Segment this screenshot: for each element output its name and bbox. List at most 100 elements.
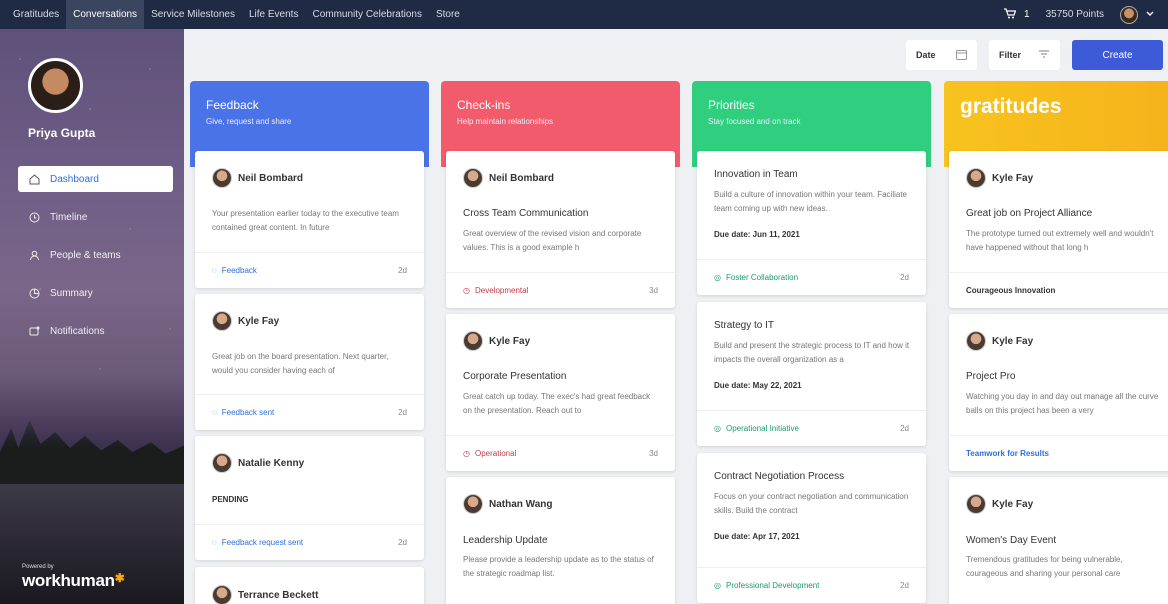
column-title: gratitudes bbox=[960, 95, 1062, 118]
gratitude-card[interactable]: Kyle Fay Women's Day Event Tremendous gr… bbox=[949, 477, 1168, 604]
card-body: Watching you day in and day out manage a… bbox=[966, 392, 1159, 415]
avatar bbox=[212, 311, 232, 331]
tag-label: Feedback sent bbox=[221, 408, 275, 417]
check-in-card[interactable]: Neil Bombard Cross Team Communication Gr… bbox=[446, 151, 675, 308]
card-tag: ◷ Developmental bbox=[463, 286, 528, 295]
top-navigation-bar: Gratitudes Conversations Service Milesto… bbox=[0, 0, 1168, 29]
feedback-card[interactable]: Neil Bombard Your presentation earlier t… bbox=[195, 151, 424, 288]
gratitudes-column: gratitudes Kyle Fay Great job on Project… bbox=[944, 81, 1168, 604]
clock-icon: ◷ bbox=[463, 449, 470, 458]
card-author: Terrance Beckett bbox=[212, 585, 318, 604]
avatar bbox=[212, 168, 232, 188]
sidebar-item-timeline[interactable]: Timeline bbox=[18, 204, 173, 230]
chat-bubble-icon: ◌ bbox=[212, 408, 217, 417]
sidebar-item-notifications[interactable]: Notifications bbox=[18, 318, 173, 344]
check-in-card[interactable]: Kyle Fay Corporate Presentation Great ca… bbox=[446, 314, 675, 471]
filter-label: Filter bbox=[999, 50, 1022, 60]
card-title: Women's Day Event bbox=[966, 535, 1057, 546]
main-content: Date Filter Create Feedback Give, reques… bbox=[184, 29, 1168, 604]
profile-avatar[interactable] bbox=[28, 58, 83, 113]
card-body: Tremendous gratitudes for being vulnerab… bbox=[966, 555, 1123, 578]
priority-card[interactable]: Innovation in Team Build a culture of in… bbox=[697, 151, 926, 295]
top-nav: Gratitudes Conversations Service Milesto… bbox=[0, 0, 467, 29]
nav-service-milestones[interactable]: Service Milestones bbox=[144, 0, 242, 29]
nav-community-celebrations[interactable]: Community Celebrations bbox=[305, 0, 429, 29]
card-author: Neil Bombard bbox=[212, 168, 303, 188]
author-name: Kyle Fay bbox=[992, 335, 1034, 347]
nav-gratitudes[interactable]: Gratitudes bbox=[6, 0, 66, 29]
card-title: Great job on Project Alliance bbox=[966, 208, 1093, 219]
avatar bbox=[463, 494, 483, 514]
logo-star-icon: ✱ bbox=[114, 571, 125, 585]
cart-icon[interactable] bbox=[1004, 7, 1017, 22]
card-author: Natalie Kenny bbox=[212, 453, 304, 473]
card-body: Focus on your contract negotiation and c… bbox=[714, 492, 909, 515]
card-body: Great catch up today. The exec's had gre… bbox=[463, 392, 651, 415]
tag-label: Professional Development bbox=[725, 581, 820, 590]
due-date: Due date: May 22, 2021 bbox=[714, 381, 802, 390]
card-footer: ◌ Feedback sent 2d bbox=[195, 394, 424, 430]
author-name: Kyle Fay bbox=[489, 335, 531, 347]
powered-by-label: Powered by bbox=[22, 564, 54, 570]
author-name: Kyle Fay bbox=[992, 172, 1034, 184]
sidebar-item-label: Dashboard bbox=[50, 173, 99, 185]
column-title: Check-ins bbox=[457, 98, 511, 112]
column-subtitle: Help maintain relationships bbox=[457, 117, 554, 126]
user-avatar[interactable] bbox=[1120, 5, 1138, 24]
card-tag: ◎ Foster Collaboration bbox=[714, 273, 798, 282]
card-title: Innovation in Team bbox=[714, 169, 798, 180]
chat-bubble-icon: ◌ bbox=[212, 266, 217, 275]
sidebar-item-label: Summary bbox=[50, 287, 93, 299]
avatar bbox=[463, 168, 483, 188]
gratitude-card[interactable]: Kyle Fay Great job on Project Alliance T… bbox=[949, 151, 1168, 308]
card-tag: ◌ Feedback bbox=[212, 266, 257, 275]
check-in-card[interactable]: Nathan Wang Leadership Update Please pro… bbox=[446, 477, 675, 604]
sidebar-item-label: Timeline bbox=[50, 211, 88, 223]
card-body: Build and present the strategic process … bbox=[714, 341, 910, 364]
card-age: 2d bbox=[900, 424, 909, 433]
card-footer: ◷ Developmental 3d bbox=[446, 272, 675, 308]
card-author: Nathan Wang bbox=[463, 494, 553, 514]
chevron-down-icon[interactable] bbox=[1146, 9, 1154, 20]
priorities-column: Priorities Stay focused and on track Inn… bbox=[692, 81, 931, 604]
avatar bbox=[212, 453, 232, 473]
feedback-card[interactable]: Natalie Kenny PENDING ◌ Feedback request … bbox=[195, 436, 424, 560]
card-author: Kyle Fay bbox=[212, 311, 279, 331]
tag-label: Operational bbox=[474, 449, 517, 458]
card-tag: ◌ Feedback request sent bbox=[212, 538, 303, 547]
column-subtitle: Stay focused and on track bbox=[708, 117, 801, 126]
sidebar-item-people-teams[interactable]: People & teams bbox=[18, 242, 173, 268]
feedback-card[interactable]: Terrance Beckett bbox=[195, 567, 424, 604]
card-title: Contract Negotiation Process bbox=[714, 471, 845, 482]
card-footer: ◎ Professional Development 2d bbox=[697, 567, 926, 603]
create-button[interactable]: Create bbox=[1072, 40, 1163, 70]
card-body: Build a culture of innovation within you… bbox=[714, 190, 907, 213]
due-date: Due date: Jun 11, 2021 bbox=[714, 230, 800, 239]
check-ins-column: Check-ins Help maintain relationships Ne… bbox=[441, 81, 680, 604]
card-status: PENDING bbox=[212, 495, 249, 504]
brand-name: workhuman bbox=[22, 571, 115, 590]
cart-count: 1 bbox=[1024, 9, 1030, 20]
priority-card[interactable]: Strategy to IT Build and present the str… bbox=[697, 302, 926, 446]
sidebar-item-summary[interactable]: Summary bbox=[18, 280, 173, 306]
nav-conversations[interactable]: Conversations bbox=[66, 0, 145, 29]
gratitude-card[interactable]: Kyle Fay Project Pro Watching you day in… bbox=[949, 314, 1168, 471]
card-tag: ◎ Operational Initiative bbox=[714, 424, 799, 433]
card-author: Neil Bombard bbox=[463, 168, 554, 188]
card-age: 2d bbox=[398, 538, 407, 547]
filter-control[interactable]: Filter bbox=[989, 40, 1060, 70]
card-age: 3d bbox=[649, 449, 658, 458]
nav-store[interactable]: Store bbox=[429, 0, 467, 29]
priority-card[interactable]: Contract Negotiation Process Focus on yo… bbox=[697, 453, 926, 603]
sidebar-item-dashboard[interactable]: Dashboard bbox=[18, 166, 173, 192]
sidebar-item-label: Notifications bbox=[50, 325, 105, 337]
card-tag: ◌ Feedback sent bbox=[212, 408, 274, 417]
card-title: Project Pro bbox=[966, 371, 1016, 382]
card-title: Cross Team Communication bbox=[463, 208, 589, 219]
feedback-card[interactable]: Kyle Fay Great job on the board presenta… bbox=[195, 294, 424, 430]
nav-life-events[interactable]: Life Events bbox=[242, 0, 305, 29]
date-filter[interactable]: Date bbox=[906, 40, 977, 70]
due-date: Due date: Apr 17, 2021 bbox=[714, 532, 800, 541]
column-subtitle: Give, request and share bbox=[206, 117, 292, 126]
workhuman-logo: workhuman✱ bbox=[22, 571, 125, 591]
